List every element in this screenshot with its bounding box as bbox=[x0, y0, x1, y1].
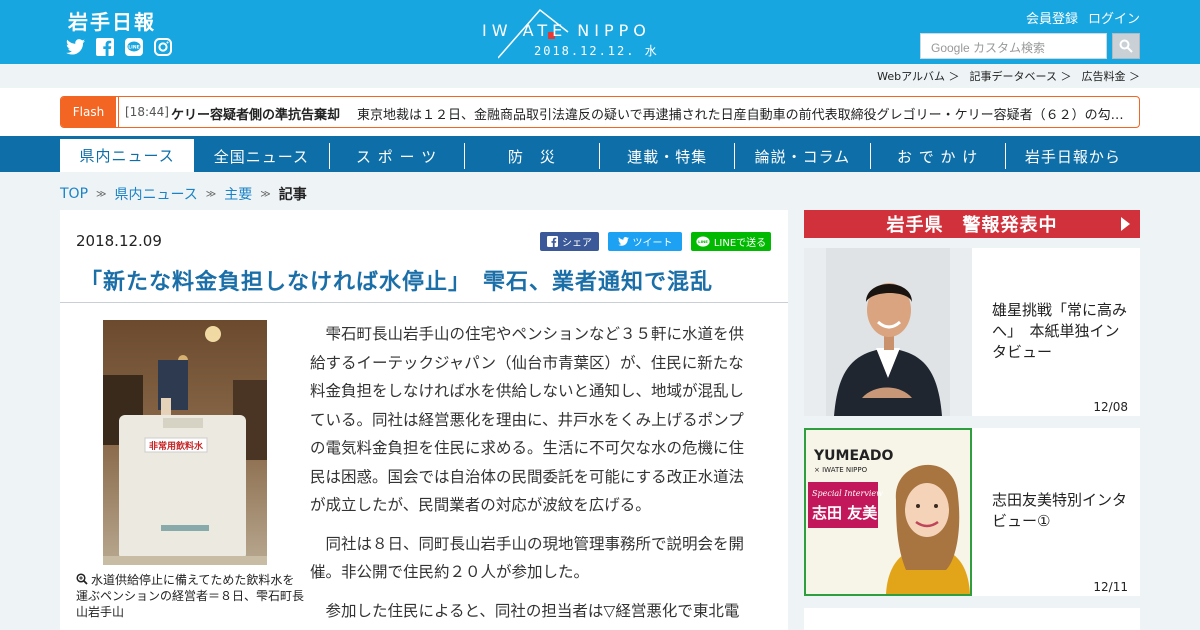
brand-logo[interactable]: IW ATE NIPPO 2018.12.12. 水 bbox=[482, 8, 722, 59]
register-link[interactable]: 会員登録 bbox=[1026, 8, 1078, 27]
article-body: 雫石町長山岩手山の住宅やペンションなど３５軒に水道を供給するイーテックジャパン（… bbox=[310, 320, 758, 630]
flash-bar: Flash [18:44] ケリー容疑者側の準抗告棄却 東京地裁は１２日、金融商… bbox=[0, 88, 1200, 136]
breadcrumb-separator: ≫ bbox=[205, 188, 217, 200]
promo-sub: × IWATE NIPPO bbox=[814, 466, 868, 474]
photo-label: 非常用飲料水 bbox=[149, 440, 204, 452]
breadcrumb-separator: ≫ bbox=[96, 188, 107, 200]
nav-disaster[interactable]: 防 災 bbox=[465, 143, 600, 169]
promo-name: 志田 友美 bbox=[812, 504, 878, 522]
breadcrumb-prefecture-news[interactable]: 県内ニュース bbox=[114, 184, 197, 204]
main-nav: 県内ニュース 全国ニュース ス ポ ー ツ 防 災 連載・特集 論説・コラム お… bbox=[0, 136, 1200, 172]
account-links: 会員登録 ログイン bbox=[1026, 8, 1140, 27]
share-facebook-label: シェア bbox=[562, 238, 592, 249]
twitter-icon[interactable] bbox=[66, 37, 85, 56]
title-divider bbox=[60, 302, 788, 303]
article-photo[interactable]: 非常用飲料水 bbox=[103, 320, 267, 565]
line-icon[interactable]: LINE bbox=[124, 37, 143, 56]
share-twitter-label: ツイート bbox=[632, 238, 673, 249]
side-article-title[interactable]: 志田友美特別インタビュー① bbox=[992, 490, 1128, 532]
article-database-link[interactable]: 記事データベース ＞ bbox=[970, 68, 1072, 84]
facebook-icon[interactable] bbox=[95, 37, 114, 56]
share-twitter-button[interactable]: ツイート bbox=[608, 232, 682, 251]
caption-text: 水道供給停止に備えてためた飲料水を運ぶペンションの経営者＝８日、雫石町長山岩手山 bbox=[76, 573, 305, 619]
search-button[interactable] bbox=[1112, 33, 1140, 59]
flash-divider bbox=[118, 97, 119, 127]
side-article-card[interactable]: 雄星挑戦「常に高みへ」 本紙単独インタビュー 12/08 bbox=[804, 248, 1140, 416]
nav-outing[interactable]: お で か け bbox=[871, 143, 1006, 169]
brand-name: IW ATE NIPPO bbox=[482, 21, 651, 40]
flash-news[interactable]: Flash [18:44] ケリー容疑者側の準抗告棄却 東京地裁は１２日、金融商… bbox=[60, 96, 1140, 128]
instagram-icon[interactable] bbox=[153, 37, 172, 56]
alert-text: 岩手県 警報発表中 bbox=[886, 215, 1058, 236]
side-article-date: 12/08 bbox=[1093, 400, 1128, 414]
side-article-card[interactable] bbox=[804, 608, 1140, 630]
nav-national-news[interactable]: 全国ニュース bbox=[194, 143, 330, 169]
breadcrumb-main[interactable]: 主要 bbox=[224, 184, 252, 204]
search-input[interactable]: Google カスタム検索 bbox=[920, 33, 1107, 59]
web-album-link[interactable]: Webアルバム ＞ bbox=[877, 68, 959, 84]
flash-headline[interactable]: ケリー容疑者側の準抗告棄却 bbox=[171, 104, 340, 123]
paragraph: 参加した住民によると、同社の担当者は▽経営悪化で東北電 bbox=[325, 601, 740, 620]
svg-text:LINE: LINE bbox=[128, 44, 139, 50]
breadcrumb-current: 記事 bbox=[278, 187, 307, 203]
arrow-right-icon bbox=[1121, 217, 1130, 231]
breadcrumb-separator: ≫ bbox=[260, 188, 271, 200]
photo-caption: 水道供給停止に備えてためた飲料水を運ぶペンションの経営者＝８日、雫石町長山岩手山 bbox=[76, 572, 304, 620]
twitter-icon bbox=[617, 237, 629, 246]
zoom-icon[interactable] bbox=[76, 573, 88, 585]
side-article-date: 12/11 bbox=[1093, 580, 1128, 594]
article-card: 2018.12.09 シェア ツイート LINE LINEで送る 「新たな料金負… bbox=[60, 210, 788, 630]
breadcrumb-top[interactable]: TOP bbox=[60, 186, 88, 202]
flash-time: [18:44] bbox=[125, 105, 169, 119]
site-header: 岩手日報 LINE IW ATE NIPPO 2018.12.12. 水 会員登… bbox=[0, 0, 1200, 64]
article-title: 「新たな料金負担しなければ水停止」 雫石、業者通知で混乱 bbox=[80, 270, 714, 295]
brand-date: 2018.12.12. 水 bbox=[534, 44, 659, 58]
article-date: 2018.12.09 bbox=[76, 232, 162, 250]
facebook-icon bbox=[547, 236, 558, 247]
side-article-card[interactable]: YUMEADO × IWATE NIPPO Special Interview … bbox=[804, 428, 1140, 596]
login-link[interactable]: ログイン bbox=[1088, 8, 1140, 27]
promo-brand: YUMEADO bbox=[813, 448, 893, 464]
search-icon bbox=[1119, 39, 1133, 53]
social-links: LINE bbox=[66, 37, 172, 56]
sub-links-bar: Webアルバム ＞ 記事データベース ＞ 広告料金 ＞ bbox=[0, 64, 1200, 88]
share-facebook-button[interactable]: シェア bbox=[540, 232, 599, 251]
paragraph: 雫石町長山岩手山の住宅やペンションなど３５軒に水道を供給するイーテックジャパン（… bbox=[310, 325, 745, 514]
weather-alert-banner[interactable]: 岩手県 警報発表中 bbox=[804, 210, 1140, 238]
share-line-label: LINEで送る bbox=[713, 238, 767, 249]
nav-editorial[interactable]: 論説・コラム bbox=[735, 143, 871, 169]
breadcrumb: TOP ≫ 県内ニュース ≫ 主要 ≫ 記事 bbox=[60, 184, 307, 204]
site-logo-jp[interactable]: 岩手日報 bbox=[68, 6, 156, 35]
share-line-button[interactable]: LINE LINEで送る bbox=[691, 232, 771, 251]
nav-series[interactable]: 連載・特集 bbox=[600, 143, 736, 169]
nav-sports[interactable]: ス ポ ー ツ bbox=[330, 143, 465, 169]
svg-text:LINE: LINE bbox=[698, 239, 708, 244]
side-article-image[interactable]: YUMEADO × IWATE NIPPO Special Interview … bbox=[804, 428, 972, 596]
side-article-image[interactable] bbox=[804, 248, 972, 416]
promo-tag: Special Interview bbox=[812, 489, 883, 498]
flash-text[interactable]: 東京地裁は１２日、金融商品取引法違反の疑いで再逮捕された日産自動車の前代表取締役… bbox=[357, 104, 1127, 123]
side-article-title[interactable]: 雄星挑戦「常に高みへ」 本紙単独インタビュー bbox=[992, 300, 1128, 363]
nav-from-iwate-nippo[interactable]: 岩手日報から bbox=[1006, 143, 1140, 169]
line-icon: LINE bbox=[696, 236, 710, 247]
ad-rates-link[interactable]: 広告料金 ＞ bbox=[1082, 68, 1141, 84]
nav-prefecture-news[interactable]: 県内ニュース bbox=[60, 139, 195, 172]
flash-tag: Flash bbox=[61, 97, 116, 127]
paragraph: 同社は８日、同町長山岩手山の現地管理事務所で説明会を開催。非公開で住民約２０人が… bbox=[310, 534, 745, 582]
